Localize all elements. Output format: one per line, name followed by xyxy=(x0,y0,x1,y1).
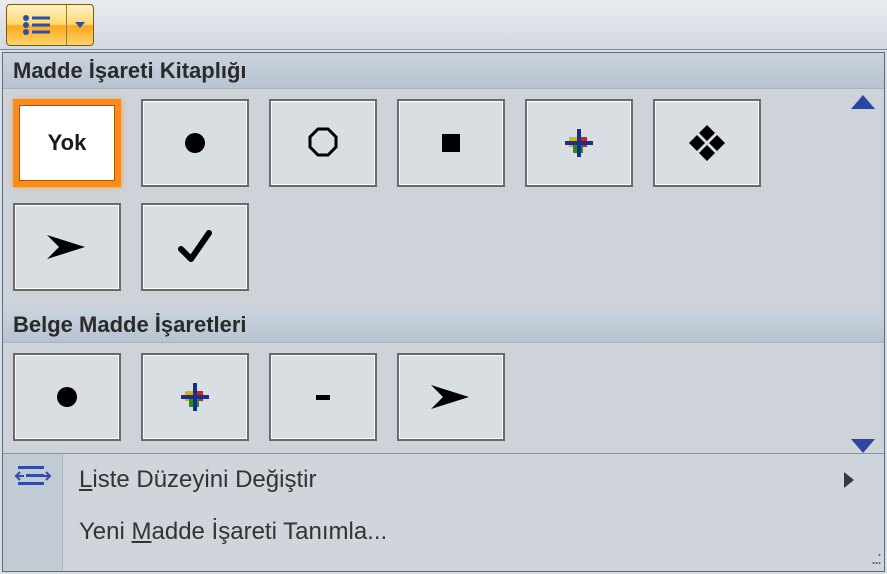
arrowhead-icon xyxy=(43,229,91,265)
menu-area: Liste Düzeyini Değiştir Yeni Madde İşare… xyxy=(3,453,884,571)
bullet-option-arrowhead[interactable] xyxy=(397,353,505,441)
resize-grip[interactable]: ..: xyxy=(871,548,880,569)
bullet-option-diamonds[interactable] xyxy=(653,99,761,187)
bullet-option-disc[interactable] xyxy=(13,353,121,441)
dash-icon xyxy=(308,382,338,412)
bullet-option-circle[interactable] xyxy=(269,99,377,187)
bullet-option-disc[interactable] xyxy=(141,99,249,187)
section-header-document: Belge Madde İşaretleri xyxy=(3,307,884,343)
color-plus-icon xyxy=(175,377,215,417)
bullet-option-check[interactable] xyxy=(141,203,249,291)
bullet-option-dash[interactable] xyxy=(269,353,377,441)
bullet-option-square[interactable] xyxy=(397,99,505,187)
submenu-arrow-icon xyxy=(844,472,854,488)
diamonds-icon xyxy=(685,121,729,165)
bullet-option-arrowhead[interactable] xyxy=(13,203,121,291)
gallery-row xyxy=(13,203,842,291)
menu-text: adde İşareti Tanımla... xyxy=(152,518,388,545)
menu-text-underline: L xyxy=(79,466,92,493)
menu-item-define-new-bullet[interactable]: Yeni Madde İşareti Tanımla... xyxy=(73,506,884,558)
scroll-column xyxy=(844,89,882,459)
bullet-option-plus-color[interactable] xyxy=(141,353,249,441)
disc-icon xyxy=(52,382,82,412)
menu-text: iste Düzeyini Değiştir xyxy=(92,466,316,493)
disc-icon xyxy=(180,128,210,158)
circle-icon xyxy=(306,126,340,160)
toolbar xyxy=(0,0,887,50)
menu-text-underline: M xyxy=(132,518,152,545)
gallery-row xyxy=(13,353,842,441)
scroll-up-button[interactable] xyxy=(851,95,875,109)
section-header-library: Madde İşareti Kitaplığı xyxy=(3,53,884,89)
gallery-library: Yok xyxy=(3,89,884,467)
bulleted-list-icon xyxy=(22,14,52,36)
menu-icon-strip xyxy=(3,454,63,571)
menu-text: Yeni xyxy=(79,518,132,545)
bulleted-list-split-button[interactable] xyxy=(6,4,94,46)
bullet-option-none[interactable]: Yok xyxy=(13,99,121,187)
bulleted-list-button[interactable] xyxy=(7,5,67,45)
chevron-down-icon xyxy=(74,19,86,31)
arrowhead-icon xyxy=(427,379,475,415)
color-plus-icon xyxy=(559,123,599,163)
window: Madde İşareti Kitaplığı Yok xyxy=(0,0,887,574)
menu-item-change-list-level[interactable]: Liste Düzeyini Değiştir xyxy=(73,454,884,506)
scroll-down-button[interactable] xyxy=(851,439,875,453)
indent-level-icon xyxy=(14,462,52,490)
gallery-row: Yok xyxy=(13,99,842,187)
check-icon xyxy=(175,227,215,267)
bullets-gallery-dropdown: Madde İşareti Kitaplığı Yok xyxy=(2,52,885,572)
square-icon xyxy=(436,128,466,158)
bulleted-list-dropdown-arrow[interactable] xyxy=(67,5,93,45)
bullet-option-plus-color[interactable] xyxy=(525,99,633,187)
